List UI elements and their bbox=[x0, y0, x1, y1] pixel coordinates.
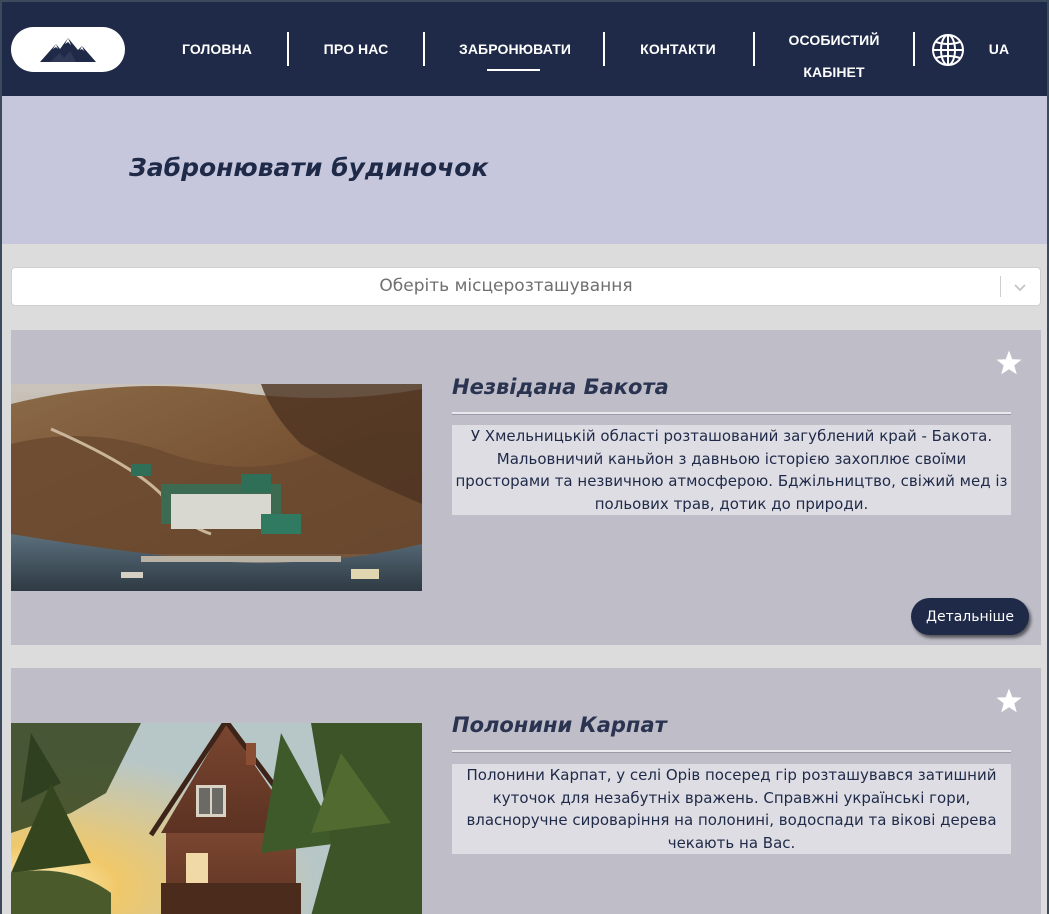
chevron-down-icon[interactable] bbox=[1012, 279, 1028, 295]
nav-account-line2: КАБІНЕТ bbox=[803, 64, 865, 80]
nav-home[interactable]: ГОЛОВНА bbox=[172, 41, 262, 57]
listing-description: У Хмельницькій області розташований загу… bbox=[452, 425, 1011, 515]
nav-divider bbox=[603, 32, 605, 66]
globe-icon[interactable] bbox=[931, 33, 965, 67]
star-icon[interactable] bbox=[995, 349, 1023, 377]
details-button[interactable]: Детальніше bbox=[911, 598, 1029, 635]
nav-divider bbox=[423, 32, 425, 66]
listing-card: Незвідана Бакота У Хмельницькій області … bbox=[11, 330, 1041, 645]
title-divider bbox=[452, 750, 1011, 752]
star-icon[interactable] bbox=[995, 687, 1023, 715]
language-switcher[interactable]: UA bbox=[982, 41, 1016, 57]
listing-photo-carpathians[interactable] bbox=[11, 723, 422, 914]
nav-booking[interactable]: ЗАБРОНЮВАТИ bbox=[454, 41, 576, 57]
nav-contacts[interactable]: КОНТАКТИ bbox=[630, 41, 726, 57]
landscape-photo bbox=[11, 384, 422, 591]
nav-account-line1: ОСОБИСТИЙ bbox=[788, 32, 880, 48]
nav-active-underline bbox=[487, 69, 540, 71]
select-divider bbox=[1000, 276, 1001, 297]
nav-about[interactable]: ПРО НАС bbox=[308, 41, 404, 57]
listing-photo-bakota[interactable] bbox=[11, 384, 422, 591]
page: ГОЛОВНА ПРО НАС ЗАБРОНЮВАТИ КОНТАКТИ ОСО… bbox=[0, 0, 1049, 914]
mountains-logo-icon bbox=[40, 37, 96, 62]
listing-title[interactable]: Незвідана Бакота bbox=[452, 375, 669, 399]
cabin-photo bbox=[11, 723, 422, 914]
listing-title[interactable]: Полонини Карпат bbox=[452, 713, 667, 737]
nav-account[interactable]: ОСОБИСТИЙ КАБІНЕТ bbox=[774, 24, 894, 88]
title-divider bbox=[452, 412, 1011, 414]
nav-divider bbox=[287, 32, 289, 66]
nav-divider bbox=[913, 32, 915, 66]
top-navigation-bar: ГОЛОВНА ПРО НАС ЗАБРОНЮВАТИ КОНТАКТИ ОСО… bbox=[2, 2, 1047, 96]
logo[interactable] bbox=[11, 27, 125, 72]
listing-description: Полонини Карпат, у селі Орів посеред гір… bbox=[452, 764, 1011, 854]
location-select[interactable]: Оберіть місцерозташування bbox=[11, 267, 1041, 306]
page-header-band: Забронювати будиночок bbox=[2, 96, 1047, 244]
location-select-placeholder: Оберіть місцерозташування bbox=[379, 276, 633, 296]
page-title: Забронювати будиночок bbox=[129, 153, 489, 182]
listing-card: Полонини Карпат Полонини Карпат, у селі … bbox=[11, 668, 1041, 914]
nav-divider bbox=[753, 32, 755, 66]
